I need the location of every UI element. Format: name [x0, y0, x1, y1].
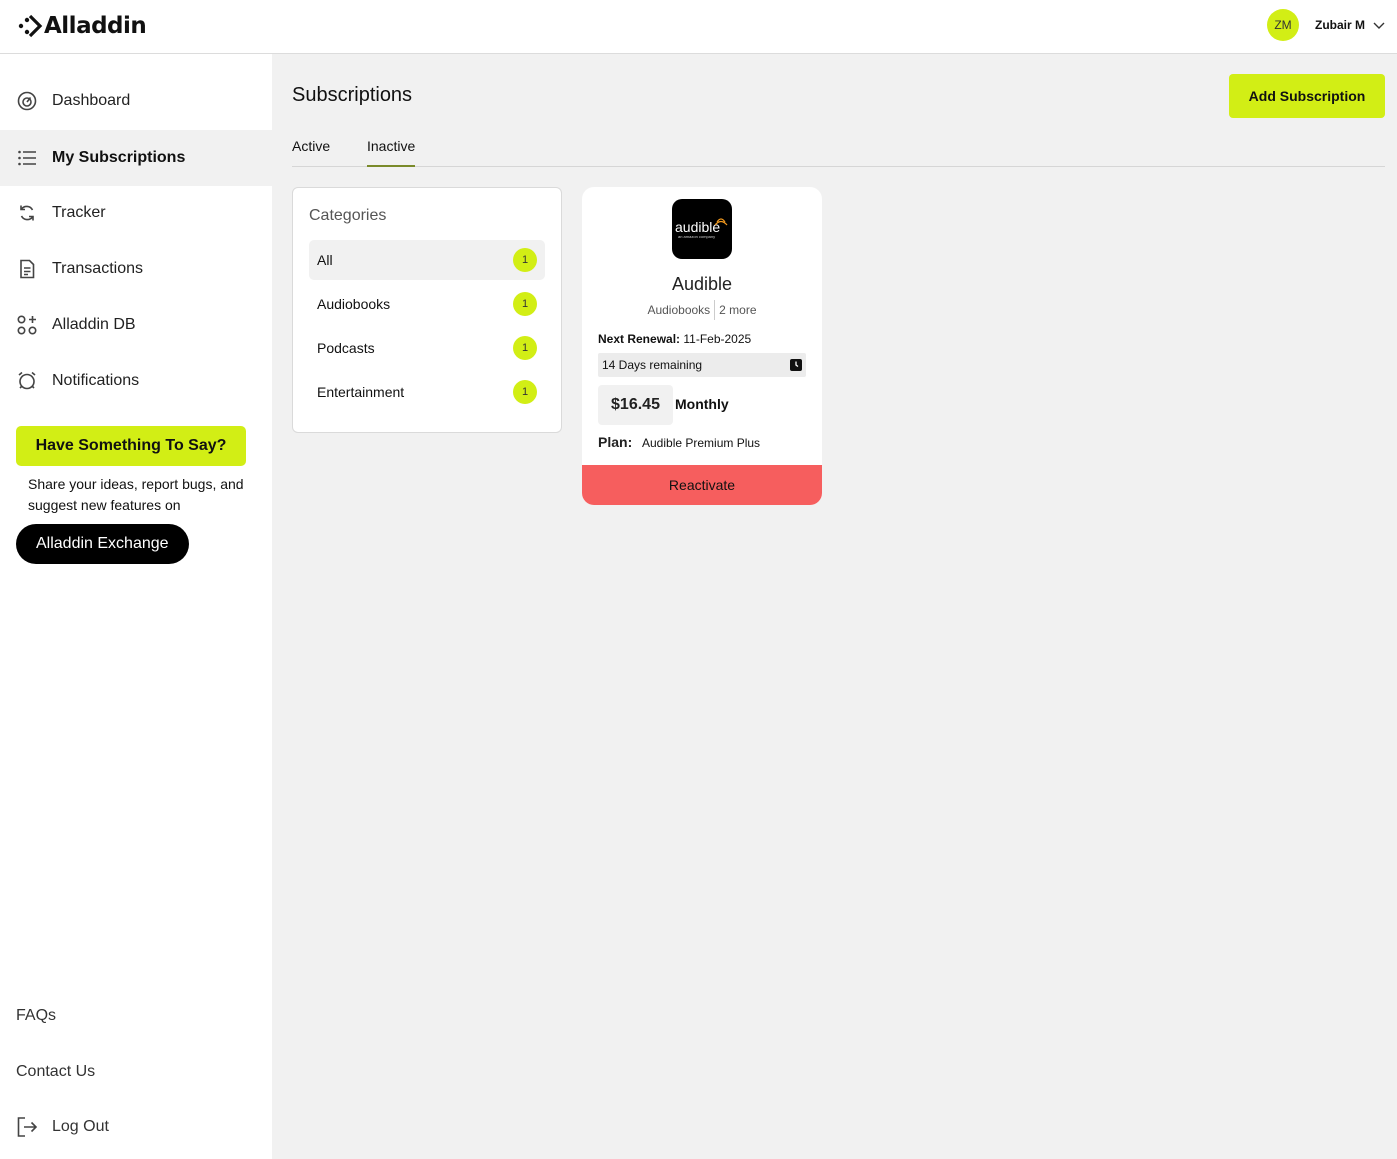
- sidebar-item-label: Alladdin DB: [52, 316, 136, 333]
- next-renewal-label: Next Renewal:: [598, 332, 681, 346]
- category-count-badge: 1: [513, 380, 537, 404]
- category-item-audiobooks[interactable]: Audiobooks 1: [309, 284, 545, 324]
- plan-value: Audible Premium Plus: [642, 436, 761, 450]
- top-bar: Alladdin ZM Zubair M: [0, 0, 1397, 54]
- category-item-all[interactable]: All 1: [309, 240, 545, 280]
- document-icon: [16, 258, 38, 280]
- category-count-badge: 1: [513, 336, 537, 360]
- category-label: All: [317, 252, 333, 268]
- sidebar-item-dashboard[interactable]: Dashboard: [0, 73, 272, 129]
- user-name: Zubair M: [1315, 18, 1365, 32]
- next-renewal-date: 11-Feb-2025: [683, 332, 752, 346]
- category-label: Podcasts: [317, 340, 375, 356]
- logo-text: Alladdin: [44, 13, 147, 39]
- gauge-icon: [16, 90, 38, 112]
- sidebar-item-notifications[interactable]: Notifications: [0, 353, 272, 409]
- alladdin-exchange-button[interactable]: Alladdin Exchange: [16, 524, 189, 564]
- sidebar-item-tracker[interactable]: Tracker: [0, 185, 272, 241]
- days-remaining-bar: 14 Days remaining: [598, 353, 806, 377]
- logo-mark-icon: [18, 14, 43, 38]
- categories-panel: Categories All 1 Audiobooks 1 Podcasts 1…: [292, 187, 562, 433]
- category-count-badge: 1: [513, 248, 537, 272]
- audible-logo: audible an amazon company: [672, 199, 732, 259]
- plan-label: Plan:: [598, 434, 633, 450]
- categories-title: Categories: [309, 207, 387, 224]
- page-title: Subscriptions: [292, 84, 413, 106]
- sidebar-item-label: Transactions: [52, 260, 143, 277]
- category-tag: Audiobooks: [647, 303, 711, 317]
- price: $16.45: [598, 385, 673, 425]
- subscription-categories: Audiobooks 2 more: [582, 300, 822, 320]
- category-label: Entertainment: [317, 384, 405, 400]
- tab-inactive[interactable]: Inactive: [367, 138, 416, 167]
- category-count-badge: 1: [513, 292, 537, 316]
- subscription-name: Audible: [671, 274, 733, 294]
- feedback-button[interactable]: Have Something To Say?: [16, 426, 246, 466]
- divider: [714, 300, 716, 320]
- more-categories-link[interactable]: 2 more: [719, 303, 756, 320]
- list-icon: [16, 147, 38, 169]
- sidebar-item-transactions[interactable]: Transactions: [0, 241, 272, 297]
- days-remaining-text: 14 Days remaining: [602, 358, 703, 372]
- contact-us-link[interactable]: Contact Us: [16, 1063, 95, 1081]
- category-item-podcasts[interactable]: Podcasts 1: [309, 328, 545, 368]
- next-renewal: Next Renewal: 11-Feb-2025: [598, 332, 751, 346]
- audible-waves-icon: [714, 218, 728, 226]
- sidebar-item-my-subscriptions[interactable]: My Subscriptions: [0, 130, 272, 186]
- sidebar-item-label: Notifications: [52, 372, 140, 389]
- refresh-icon: [16, 202, 38, 224]
- avatar: ZM: [1267, 9, 1299, 41]
- app-logo[interactable]: Alladdin: [18, 12, 147, 40]
- category-label: Audiobooks: [317, 296, 391, 312]
- sidebar-item-label: Tracker: [52, 204, 106, 221]
- subscription-card: audible an amazon company Audible Audiob…: [582, 187, 822, 505]
- user-menu[interactable]: ZM Zubair M: [1267, 9, 1385, 41]
- tab-active[interactable]: Active: [292, 138, 330, 167]
- sidebar-item-label: Dashboard: [52, 92, 131, 109]
- log-out-icon: [17, 1117, 38, 1137]
- clock-icon: [790, 359, 802, 371]
- billing-period: Monthly: [675, 396, 729, 412]
- bell-icon: [16, 370, 38, 392]
- logo-tagline: an amazon company: [678, 234, 716, 239]
- tab-bar: Active Inactive: [292, 130, 1385, 167]
- add-subscription-button[interactable]: Add Subscription: [1229, 74, 1385, 118]
- chevron-down-icon: [1373, 22, 1385, 29]
- faqs-link[interactable]: FAQs: [16, 1007, 56, 1025]
- sidebar-item-label: My Subscriptions: [52, 149, 186, 166]
- sidebar: Dashboard My Subscriptions Tracker Trans…: [0, 54, 272, 1159]
- category-item-entertainment[interactable]: Entertainment 1: [309, 372, 545, 412]
- reactivate-button[interactable]: Reactivate: [582, 465, 822, 505]
- feedback-text: Share your ideas, report bugs, and sugge…: [28, 476, 244, 513]
- log-out-label: Log Out: [52, 1118, 109, 1135]
- sidebar-item-alladdin-db[interactable]: Alladdin DB: [0, 297, 272, 353]
- log-out-link[interactable]: Log Out: [16, 1116, 109, 1138]
- grid-plus-icon: [16, 314, 38, 336]
